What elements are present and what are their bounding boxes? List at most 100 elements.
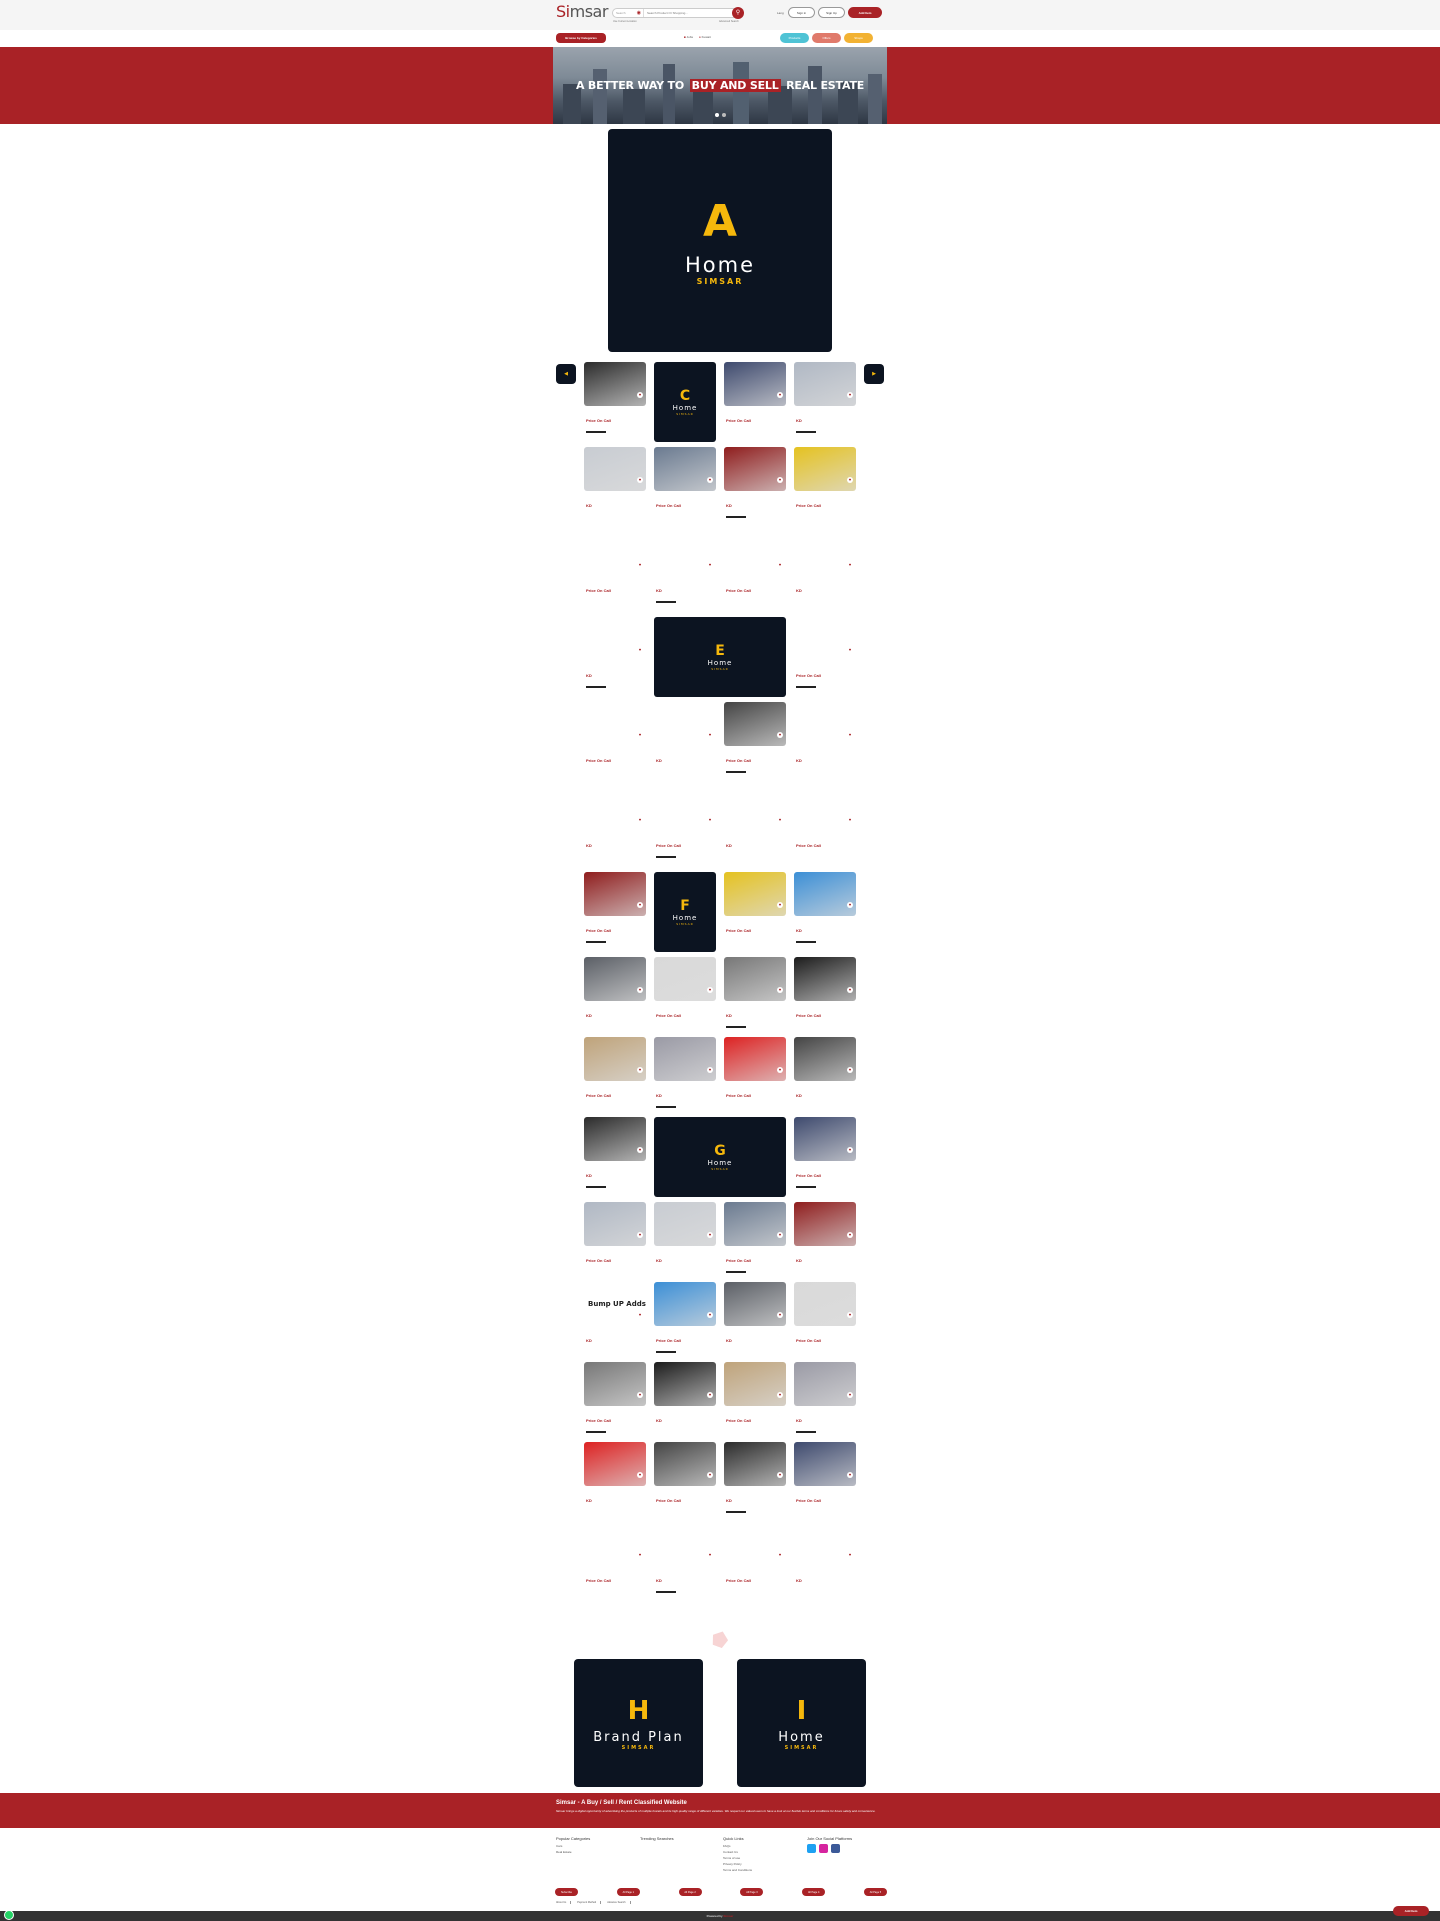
listing-card[interactable]: ♥ KD <box>584 1442 646 1524</box>
heart-icon[interactable]: ♥ <box>637 817 643 823</box>
listing-card[interactable]: ♥ KD <box>584 617 646 699</box>
listing-photo[interactable] <box>794 957 856 1001</box>
listing-card[interactable]: ♥ Price On Call <box>654 957 716 1039</box>
listing-card[interactable]: ♥ Price On Call <box>724 1522 786 1604</box>
heart-icon[interactable]: ♥ <box>847 647 853 653</box>
listing-photo[interactable] <box>794 702 856 746</box>
listing-card[interactable]: ♥ KD <box>794 702 856 784</box>
listing-card[interactable]: ♥ KD <box>794 1522 856 1604</box>
heart-icon[interactable]: ♥ <box>707 1232 713 1238</box>
listing-photo[interactable] <box>584 787 646 831</box>
search-input[interactable] <box>647 11 727 15</box>
listing-photo[interactable] <box>584 532 646 576</box>
heart-icon[interactable]: ♥ <box>637 732 643 738</box>
listing-card[interactable]: ♥ Price On Call <box>794 1442 856 1524</box>
listing-photo[interactable] <box>584 702 646 746</box>
listing-photo[interactable] <box>794 1202 856 1246</box>
listing-card[interactable]: ♥ Price On Call <box>584 1202 646 1284</box>
listing-photo[interactable] <box>794 1037 856 1081</box>
heart-icon[interactable]: ♥ <box>777 987 783 993</box>
listing-card[interactable]: ♥ Price On Call <box>724 1202 786 1284</box>
brand-plan-banner[interactable]: H Brand Plan SIMSAR <box>574 1659 703 1787</box>
twitter-icon[interactable] <box>807 1844 816 1853</box>
listing-card[interactable]: ♥ KD <box>654 1202 716 1284</box>
home-banner[interactable]: I Home SIMSAR <box>737 1659 866 1787</box>
listing-photo[interactable] <box>584 447 646 491</box>
listing-card[interactable]: ♥ KD <box>584 957 646 1039</box>
listing-card[interactable]: ♥ KD <box>794 1037 856 1119</box>
footer-link[interactable]: Real Estate <box>556 1849 590 1855</box>
heart-icon[interactable]: ♥ <box>637 562 643 568</box>
listing-card[interactable]: ♥ Price On Call <box>654 447 716 529</box>
listing-photo[interactable] <box>584 1202 646 1246</box>
listing-photo[interactable] <box>654 447 716 491</box>
heart-icon[interactable]: ♥ <box>847 987 853 993</box>
listing-photo[interactable] <box>584 1522 646 1566</box>
heart-icon[interactable]: ♥ <box>847 1392 853 1398</box>
listing-photo[interactable] <box>794 532 856 576</box>
listing-photo[interactable] <box>794 447 856 491</box>
listing-photo[interactable] <box>794 1362 856 1406</box>
heart-icon[interactable]: ♥ <box>777 1067 783 1073</box>
heart-icon[interactable]: ♥ <box>777 477 783 483</box>
heart-icon[interactable]: ♥ <box>707 732 713 738</box>
listing-photo[interactable] <box>794 872 856 916</box>
listing-photo[interactable] <box>724 362 786 406</box>
listing-card[interactable]: ♥ Price On Call <box>724 532 786 614</box>
heart-icon[interactable]: ♥ <box>637 1232 643 1238</box>
heart-icon[interactable]: ♥ <box>637 1392 643 1398</box>
heart-icon[interactable]: ♥ <box>637 1552 643 1558</box>
listing-card[interactable]: ♥ KD <box>794 362 856 444</box>
signup-button[interactable]: Sign Up <box>818 7 845 18</box>
listing-card[interactable]: ♥ Price On Call <box>654 1282 716 1364</box>
browse-categories-button[interactable]: Browse by Categories <box>556 33 606 43</box>
heart-icon[interactable]: ♥ <box>847 562 853 568</box>
listing-card[interactable]: ♥ Price On Call <box>794 1282 856 1364</box>
listing-card[interactable]: ♥ KD <box>654 1522 716 1604</box>
heart-icon[interactable]: ♥ <box>707 987 713 993</box>
listing-photo[interactable] <box>654 1037 716 1081</box>
heart-icon[interactable]: ♥ <box>777 902 783 908</box>
heart-icon[interactable]: ♥ <box>777 392 783 398</box>
shops-pill[interactable]: Shops <box>844 33 873 43</box>
advanced-search-link[interactable]: Advanced Search <box>719 20 739 23</box>
page-button[interactable]: All Page 4 <box>802 1888 826 1896</box>
listing-photo[interactable] <box>724 1442 786 1486</box>
listing-card[interactable]: ♥ KD <box>654 1037 716 1119</box>
language-switch[interactable]: Lang <box>777 11 784 15</box>
heart-icon[interactable]: ♥ <box>847 1472 853 1478</box>
listing-photo[interactable] <box>584 1362 646 1406</box>
listing-card[interactable]: ♥ KD <box>654 532 716 614</box>
listing-card[interactable]: ♥ KD <box>584 1117 646 1199</box>
mini-ad-banner[interactable]: G Home SIMSAR <box>654 1117 786 1197</box>
listing-card[interactable]: ♥ Price On Call <box>584 872 646 954</box>
listing-photo[interactable] <box>654 702 716 746</box>
page-button[interactable]: All Page 5 <box>863 1888 887 1896</box>
listing-card[interactable]: ♥ Price On Call <box>654 1442 716 1524</box>
heart-icon[interactable]: ♥ <box>847 1067 853 1073</box>
listing-photo[interactable] <box>724 957 786 1001</box>
listing-card[interactable]: ♥ KD <box>794 532 856 614</box>
listing-card[interactable]: ♥ KD <box>654 1362 716 1444</box>
listing-photo[interactable] <box>794 1117 856 1161</box>
heart-icon[interactable]: ♥ <box>707 1312 713 1318</box>
heart-icon[interactable]: ♥ <box>777 1312 783 1318</box>
heart-icon[interactable]: ♥ <box>847 1312 853 1318</box>
listing-photo[interactable] <box>654 1362 716 1406</box>
listing-photo[interactable] <box>724 1037 786 1081</box>
listing-card[interactable]: ♥ KD <box>724 787 786 869</box>
mini-ad-banner[interactable]: C Home SIMSAR <box>654 362 716 442</box>
heart-icon[interactable]: ♥ <box>777 1392 783 1398</box>
instagram-icon[interactable] <box>819 1844 828 1853</box>
listing-card[interactable]: ♥ Price On Call <box>794 617 856 699</box>
heart-icon[interactable]: ♥ <box>847 902 853 908</box>
subscribe-button[interactable]: Subscribe <box>555 1888 578 1896</box>
heart-icon[interactable]: ♥ <box>847 1552 853 1558</box>
page-button[interactable]: All Page 2 <box>678 1888 702 1896</box>
footer-link[interactable]: Terms and Conditions <box>723 1867 752 1873</box>
listing-photo[interactable] <box>794 1442 856 1486</box>
kuwait-link[interactable]: ● Kuwait <box>699 35 711 39</box>
heart-icon[interactable]: ♥ <box>707 817 713 823</box>
listing-card[interactable]: ♥ KD <box>654 702 716 784</box>
listing-card[interactable]: ♥ KD <box>794 1202 856 1284</box>
